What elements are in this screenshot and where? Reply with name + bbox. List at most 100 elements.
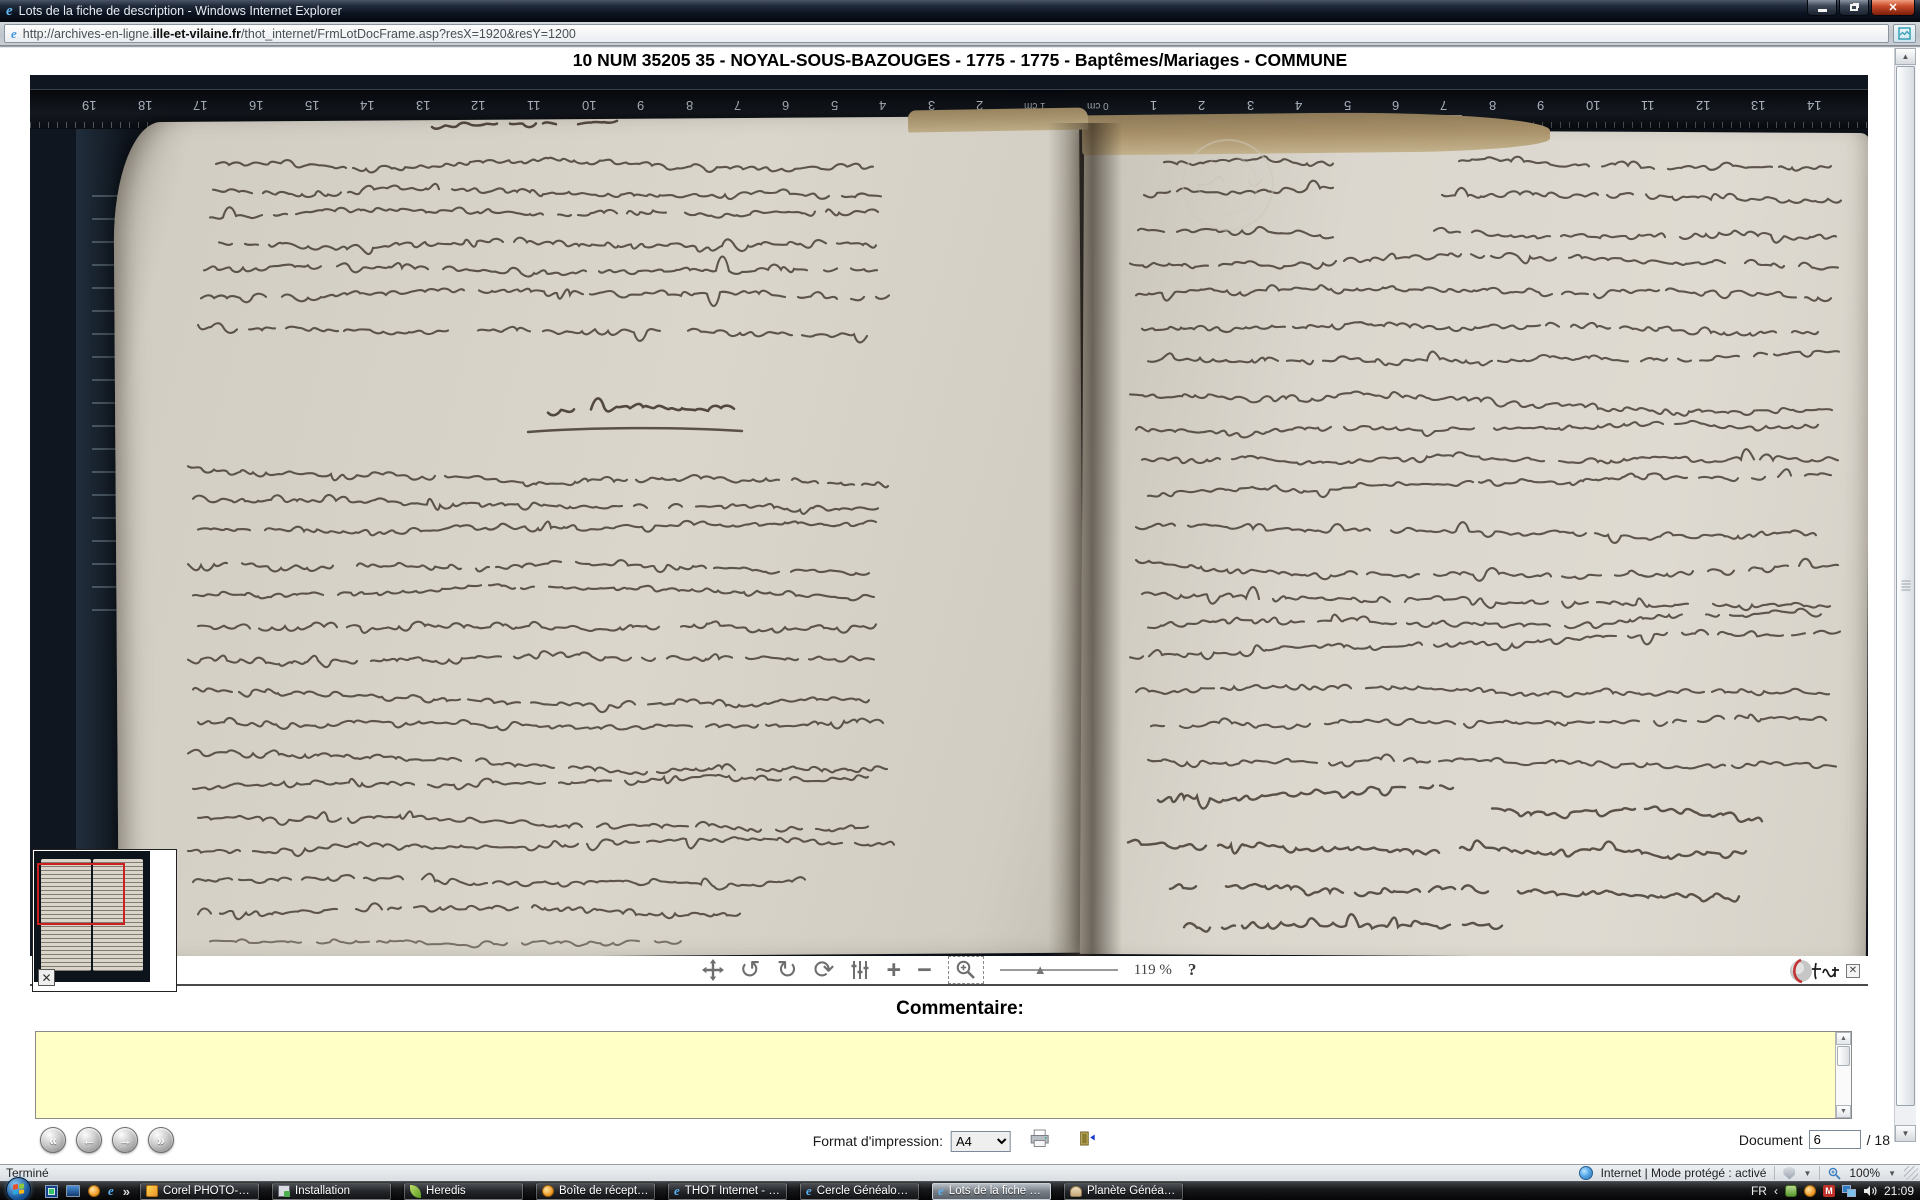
ruler-number: 9 (637, 98, 644, 113)
tray-expand-chevron[interactable]: ‹ (1774, 1184, 1778, 1198)
show-desktop-icon[interactable] (45, 1185, 58, 1198)
taskbar-button[interactable]: Boîte de réception d... (536, 1183, 655, 1200)
ruler-number: 9 (1537, 98, 1544, 113)
exit-button[interactable] (1079, 1130, 1096, 1152)
scrollbar-thumb[interactable] (1896, 66, 1915, 1106)
ie-icon: e (6, 3, 13, 20)
last-document-button[interactable]: » (148, 1127, 174, 1153)
resize-grip[interactable] (1904, 1166, 1918, 1180)
adjustments-button[interactable] (850, 959, 870, 981)
up-arrow-icon: ▲ (1902, 52, 1910, 61)
ruler-number: 14 (360, 98, 374, 113)
desktop-window-icon[interactable] (66, 1185, 80, 1197)
quick-launch-overflow-chevron[interactable]: » (123, 1184, 130, 1199)
taskbar-button[interactable]: Planète Généalogie (1064, 1183, 1183, 1200)
pager-total: / 18 (1867, 1132, 1890, 1148)
ruler-number: 8 (1489, 98, 1496, 113)
previous-document-button[interactable]: ← (76, 1127, 102, 1153)
clock[interactable]: 21:09 (1884, 1184, 1914, 1198)
taskbar-button[interactable]: Corel PHOTO-PAIN... (140, 1183, 259, 1200)
taskbar-button[interactable]: Installation (272, 1183, 391, 1200)
taskbar-button-label: Heredis (426, 1185, 466, 1197)
page-zoom-icon[interactable] (1828, 1167, 1841, 1180)
first-document-button[interactable]: « (40, 1127, 66, 1153)
document-image-viewer[interactable]: 19181716151413121110987654321 cm0 cm1234… (30, 75, 1868, 956)
zoom-select-tool[interactable] (948, 956, 984, 984)
corel-icon (146, 1185, 158, 1197)
bottom-navigation: « ← → » Format d'impression: A4 (0, 1125, 1920, 1159)
language-indicator[interactable]: FR (1751, 1184, 1767, 1198)
ruler-number: 18 (138, 98, 152, 113)
move-icon (702, 959, 724, 981)
comment-textarea[interactable]: ▲ ▼ (35, 1031, 1852, 1119)
outlook-tray-icon[interactable] (1804, 1185, 1816, 1197)
zoom-out-button[interactable]: − (917, 958, 932, 982)
rotate-reset-button[interactable]: ⟳ (814, 958, 835, 982)
scroll-up-button[interactable]: ▲ (1895, 48, 1916, 65)
print-format-select[interactable]: A4 (951, 1131, 1011, 1152)
scrollbar-thumb[interactable] (1837, 1046, 1850, 1066)
zoom-level-value: 119 % (1134, 962, 1172, 979)
scroll-down-button[interactable]: ▼ (1895, 1125, 1916, 1142)
pan-tool-button[interactable] (702, 959, 724, 981)
rotate-cw-button[interactable]: ↻ (777, 958, 798, 982)
scroll-up-button[interactable]: ▲ (1836, 1032, 1851, 1045)
minimize-button[interactable] (1807, 0, 1837, 16)
taskbar-button[interactable]: Heredis (404, 1183, 523, 1200)
comment-scrollbar[interactable]: ▲ ▼ (1835, 1032, 1851, 1118)
ruler-number: 4 (1295, 98, 1302, 113)
thumbnail-close-button[interactable]: ✕ (38, 969, 55, 986)
manuscript-right-page (1080, 129, 1868, 956)
help-button[interactable]: ? (1188, 960, 1197, 980)
internet-explorer-icon[interactable]: e (108, 1185, 114, 1197)
ruler-number: 1 (1150, 98, 1157, 113)
rotate-ccw-button[interactable]: ↺ (740, 958, 761, 982)
chevron-down-icon[interactable]: ▼ (1888, 1169, 1896, 1178)
visible-region-rectangle[interactable] (37, 863, 125, 925)
comment-label: Commentaire: (0, 998, 1920, 1020)
window-scrollbar[interactable]: ▲ ▼ (1894, 48, 1916, 1142)
viewer-close-button[interactable]: ✕ (1846, 964, 1860, 978)
ruler-number: 14 (1807, 98, 1821, 113)
taskbar-button[interactable]: eLots de la fiche de d... (932, 1183, 1051, 1200)
ruler-number: 19 (82, 98, 96, 113)
taskbar-button[interactable]: eCercle Généalogiqu... (800, 1183, 919, 1200)
record-navigation: « ← → » (40, 1127, 174, 1153)
scroll-down-button[interactable]: ▼ (1836, 1105, 1851, 1118)
zoom-slider[interactable]: ▲ (1000, 962, 1118, 978)
mcafee-tray-icon[interactable]: M (1823, 1185, 1835, 1197)
taskbar-button[interactable]: eTHOT Internet - Wi... (668, 1183, 787, 1200)
down-arrow-icon: ▼ (1840, 1108, 1847, 1115)
ruler-number: 11 (1641, 98, 1655, 113)
next-document-button[interactable]: → (112, 1127, 138, 1153)
network-tray-icon[interactable] (1842, 1185, 1856, 1197)
start-button[interactable] (6, 1177, 31, 1200)
thumbnail-navigator[interactable]: ✕ (32, 849, 177, 992)
separator (1819, 1166, 1820, 1180)
address-input[interactable]: e http://archives-en-ligne.ille-et-vilai… (4, 24, 1889, 43)
thumbnail-image[interactable] (34, 851, 150, 982)
page-zoom-value[interactable]: 100% (1849, 1166, 1880, 1180)
outlook-icon[interactable] (88, 1185, 100, 1197)
print-format-label: Format d'impression: (813, 1133, 943, 1149)
chevron-down-icon[interactable]: ▼ (1803, 1169, 1811, 1178)
document-number-input[interactable] (1809, 1130, 1861, 1149)
volume-tray-icon[interactable] (1863, 1185, 1877, 1197)
system-tray: FR ‹ M 21:09 (1751, 1184, 1920, 1198)
slider-handle[interactable]: ▲ (1034, 962, 1047, 977)
prev-arrow-icon: ← (82, 1132, 96, 1148)
minimize-icon (1818, 9, 1827, 12)
ruler-number: 11 (527, 98, 541, 113)
update-tray-icon[interactable] (1785, 1185, 1797, 1197)
protected-mode-icon[interactable] (1783, 1167, 1795, 1180)
taskbar-button-label: Boîte de réception d... (559, 1185, 649, 1197)
compatibility-view-button[interactable] (1893, 24, 1916, 43)
close-button[interactable]: ✕ (1871, 0, 1915, 16)
page-edges-right (1082, 111, 1550, 156)
page-title: 10 NUM 35205 35 - NOYAL-SOUS-BAZOUGES - … (0, 50, 1920, 71)
zoom-in-button[interactable]: + (886, 958, 901, 982)
print-button[interactable] (1029, 1129, 1051, 1153)
ruler-number: 15 (305, 98, 319, 113)
restore-button[interactable] (1839, 0, 1869, 16)
slider-track[interactable] (1000, 969, 1118, 971)
